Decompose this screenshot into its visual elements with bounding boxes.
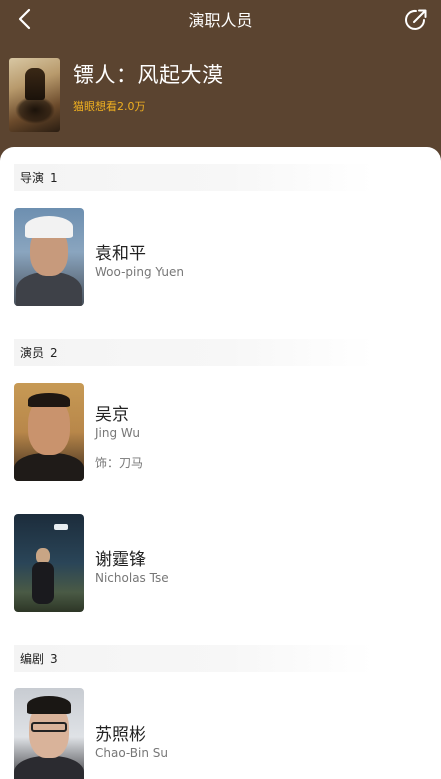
section-label: 导演 xyxy=(20,171,45,185)
person-name: 谢霆锋 xyxy=(95,550,146,570)
person-english-name: Nicholas Tse xyxy=(95,571,169,585)
photo-body xyxy=(14,453,84,481)
person-photo xyxy=(14,208,84,306)
photo-cap xyxy=(25,216,73,238)
movie-title: 镖人：风起大漠 xyxy=(73,63,224,87)
page-title: 演职人员 xyxy=(188,11,253,30)
person-photo xyxy=(14,514,84,612)
cast-list: 导演 1 袁和平 Woo-ping Yuen 演员 2 吴京 Jing Wu 饰… xyxy=(0,147,441,779)
photo-light xyxy=(54,524,68,530)
cast-crew-page: 演职人员 镖人：风起大漠 猫眼想看2.0万 导演 1 袁和平 Woo-ping … xyxy=(0,0,441,779)
photo-hair xyxy=(27,696,71,714)
person-card[interactable]: 苏照彬 Chao-Bin Su xyxy=(14,688,434,779)
section-count: 3 xyxy=(50,651,58,666)
person-card[interactable]: 谢霆锋 Nicholas Tse xyxy=(14,514,434,614)
person-english-name: Chao-Bin Su xyxy=(95,746,169,760)
photo-glasses xyxy=(31,722,67,732)
section-label: 编剧 xyxy=(20,652,45,666)
photo-hair xyxy=(28,393,70,407)
nav-bar: 演职人员 xyxy=(0,0,441,38)
section-count: 2 xyxy=(50,345,58,360)
photo-body xyxy=(32,562,54,604)
section-header-writers: 编剧 3 xyxy=(14,645,374,672)
section-count: 1 xyxy=(50,170,58,185)
section-header-director: 导演 1 xyxy=(14,164,374,191)
person-name: 吴京 xyxy=(95,405,129,425)
person-card[interactable]: 吴京 Jing Wu 饰：刀马 xyxy=(14,383,434,483)
poster-calligraphy xyxy=(15,96,55,124)
person-photo xyxy=(14,688,84,779)
person-name: 苏照彬 xyxy=(95,725,146,745)
person-name: 袁和平 xyxy=(95,244,146,264)
person-card[interactable]: 袁和平 Woo-ping Yuen xyxy=(14,208,434,308)
share-icon xyxy=(405,9,427,30)
movie-poster[interactable] xyxy=(9,58,60,132)
person-english-name: Woo-ping Yuen xyxy=(95,265,184,279)
want-count: 猫眼想看2.0万 xyxy=(73,100,146,113)
person-photo xyxy=(14,383,84,481)
person-english-name: Jing Wu xyxy=(95,426,140,440)
share-button[interactable] xyxy=(401,5,431,35)
section-label: 演员 xyxy=(20,346,45,360)
photo-body xyxy=(16,272,82,306)
section-header-actors: 演员 2 xyxy=(14,339,374,366)
movie-header: 演职人员 镖人：风起大漠 猫眼想看2.0万 xyxy=(0,0,441,150)
person-role: 饰：刀马 xyxy=(95,456,144,470)
photo-body xyxy=(14,756,84,779)
